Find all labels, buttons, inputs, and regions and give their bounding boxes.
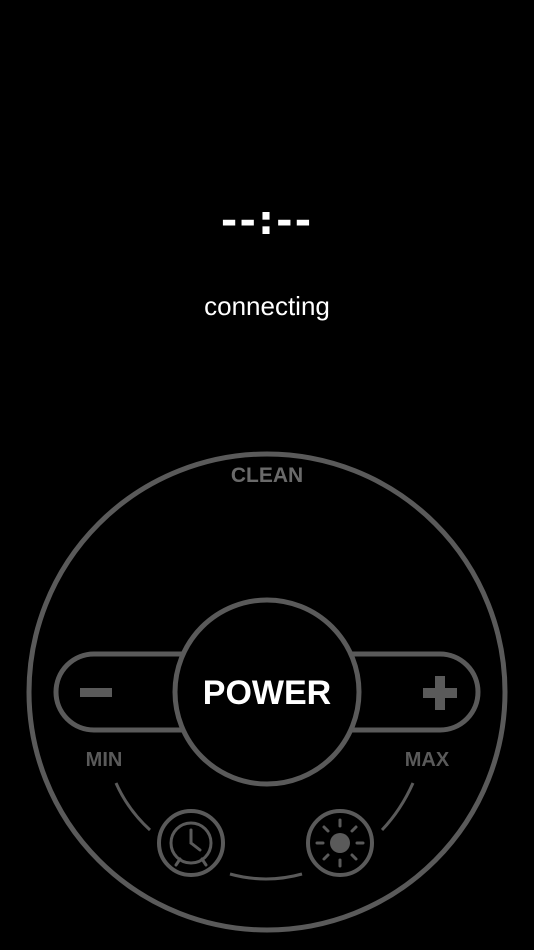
clean-label: CLEAN [231,464,303,487]
light-button[interactable] [306,809,374,877]
time-display: --:-- [220,198,314,244]
power-label: POWER [203,674,331,712]
remote-control: CLEAN POWER MIN MAX [26,451,508,933]
power-button[interactable]: POWER [172,597,362,787]
connection-status: connecting [204,291,330,321]
timer-button[interactable] [157,809,225,877]
increase-button[interactable] [410,662,470,722]
arc-segment-left [114,782,152,832]
clock-icon [169,821,213,867]
arc-segment-bottom [229,872,303,881]
max-label: MAX [405,749,450,771]
minus-icon [80,688,112,697]
sun-icon [315,818,365,868]
min-label: MIN [86,749,123,771]
decrease-button[interactable] [70,662,130,722]
arc-segment-right [380,782,415,832]
